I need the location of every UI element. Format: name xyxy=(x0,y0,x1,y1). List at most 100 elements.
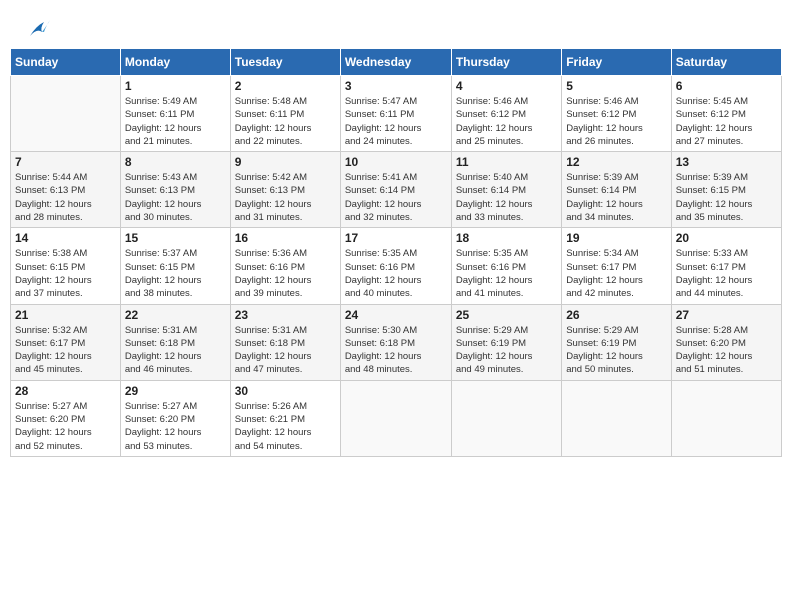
day-info: Sunrise: 5:31 AM Sunset: 6:18 PM Dayligh… xyxy=(125,324,226,377)
calendar-cell xyxy=(340,380,451,456)
day-info: Sunrise: 5:28 AM Sunset: 6:20 PM Dayligh… xyxy=(676,324,777,377)
day-number: 20 xyxy=(676,231,777,245)
weekday-header: Monday xyxy=(120,49,230,76)
day-number: 29 xyxy=(125,384,226,398)
day-info: Sunrise: 5:43 AM Sunset: 6:13 PM Dayligh… xyxy=(125,171,226,224)
calendar-table: SundayMondayTuesdayWednesdayThursdayFrid… xyxy=(10,48,782,457)
calendar-cell: 21Sunrise: 5:32 AM Sunset: 6:17 PM Dayli… xyxy=(11,304,121,380)
day-number: 1 xyxy=(125,79,226,93)
calendar-cell: 14 Sunrise: 5:38 AM Sunset: 6:15 PM Dayli… xyxy=(11,228,121,304)
day-info: Sunrise: 5:41 AM Sunset: 6:14 PM Dayligh… xyxy=(345,171,447,224)
day-number: 15 xyxy=(125,231,226,245)
day-info: Sunrise: 5:44 AM Sunset: 6:13 PM Dayligh… xyxy=(15,171,116,224)
day-number: 25 xyxy=(456,308,557,322)
page-header xyxy=(10,10,782,44)
calendar-header-row: SundayMondayTuesdayWednesdayThursdayFrid… xyxy=(11,49,782,76)
day-info: Sunrise: 5:26 AM Sunset: 6:21 PM Dayligh… xyxy=(235,400,336,453)
day-number: 22 xyxy=(125,308,226,322)
day-info: Sunrise: 5:27 AM Sunset: 6:20 PM Dayligh… xyxy=(15,400,116,453)
day-info: Sunrise: 5:33 AM Sunset: 6:17 PM Dayligh… xyxy=(676,247,777,300)
day-info: Sunrise: 5:30 AM Sunset: 6:18 PM Dayligh… xyxy=(345,324,447,377)
day-number: 19 xyxy=(566,231,666,245)
day-number: 4 xyxy=(456,79,557,93)
day-number: 24 xyxy=(345,308,447,322)
weekday-header: Sunday xyxy=(11,49,121,76)
weekday-header: Saturday xyxy=(671,49,781,76)
day-info: Sunrise: 5:29 AM Sunset: 6:19 PM Dayligh… xyxy=(456,324,557,377)
calendar-cell: 24 Sunrise: 5:30 AM Sunset: 6:18 PM Dayli… xyxy=(340,304,451,380)
calendar-cell: 1 Sunrise: 5:49 AM Sunset: 6:11 PM Daylig… xyxy=(120,76,230,152)
day-info: Sunrise: 5:39 AM Sunset: 6:14 PM Dayligh… xyxy=(566,171,666,224)
weekday-header: Wednesday xyxy=(340,49,451,76)
calendar-week-row: 1 Sunrise: 5:49 AM Sunset: 6:11 PM Daylig… xyxy=(11,76,782,152)
calendar-cell: 9 Sunrise: 5:42 AM Sunset: 6:13 PM Daylig… xyxy=(230,152,340,228)
day-number: 3 xyxy=(345,79,447,93)
day-info: Sunrise: 5:34 AM Sunset: 6:17 PM Dayligh… xyxy=(566,247,666,300)
day-info: Sunrise: 5:32 AM Sunset: 6:17 PM Dayligh… xyxy=(15,324,116,377)
calendar-cell xyxy=(562,380,671,456)
day-info: Sunrise: 5:46 AM Sunset: 6:12 PM Dayligh… xyxy=(566,95,666,148)
calendar-cell: 28 Sunrise: 5:27 AM Sunset: 6:20 PM Dayli… xyxy=(11,380,121,456)
calendar-cell: 17 Sunrise: 5:35 AM Sunset: 6:16 PM Dayli… xyxy=(340,228,451,304)
day-info: Sunrise: 5:36 AM Sunset: 6:16 PM Dayligh… xyxy=(235,247,336,300)
day-info: Sunrise: 5:48 AM Sunset: 6:11 PM Dayligh… xyxy=(235,95,336,148)
calendar-cell: 8 Sunrise: 5:43 AM Sunset: 6:13 PM Daylig… xyxy=(120,152,230,228)
day-number: 28 xyxy=(15,384,116,398)
day-info: Sunrise: 5:45 AM Sunset: 6:12 PM Dayligh… xyxy=(676,95,777,148)
day-number: 6 xyxy=(676,79,777,93)
calendar-cell: 5 Sunrise: 5:46 AM Sunset: 6:12 PM Daylig… xyxy=(562,76,671,152)
calendar-cell: 3Sunrise: 5:47 AM Sunset: 6:11 PM Daylig… xyxy=(340,76,451,152)
calendar-cell: 29 Sunrise: 5:27 AM Sunset: 6:20 PM Dayli… xyxy=(120,380,230,456)
calendar-week-row: 28 Sunrise: 5:27 AM Sunset: 6:20 PM Dayli… xyxy=(11,380,782,456)
day-info: Sunrise: 5:46 AM Sunset: 6:12 PM Dayligh… xyxy=(456,95,557,148)
day-info: Sunrise: 5:42 AM Sunset: 6:13 PM Dayligh… xyxy=(235,171,336,224)
day-number: 10 xyxy=(345,155,447,169)
day-number: 18 xyxy=(456,231,557,245)
calendar-cell: 13Sunrise: 5:39 AM Sunset: 6:15 PM Dayli… xyxy=(671,152,781,228)
weekday-header: Thursday xyxy=(451,49,561,76)
day-number: 13 xyxy=(676,155,777,169)
day-number: 14 xyxy=(15,231,116,245)
day-info: Sunrise: 5:35 AM Sunset: 6:16 PM Dayligh… xyxy=(345,247,447,300)
calendar-cell: 19 Sunrise: 5:34 AM Sunset: 6:17 PM Dayli… xyxy=(562,228,671,304)
day-number: 16 xyxy=(235,231,336,245)
calendar-cell: 22 Sunrise: 5:31 AM Sunset: 6:18 PM Dayli… xyxy=(120,304,230,380)
day-info: Sunrise: 5:27 AM Sunset: 6:20 PM Dayligh… xyxy=(125,400,226,453)
calendar-cell: 16 Sunrise: 5:36 AM Sunset: 6:16 PM Dayli… xyxy=(230,228,340,304)
day-number: 30 xyxy=(235,384,336,398)
day-number: 23 xyxy=(235,308,336,322)
calendar-cell: 4 Sunrise: 5:46 AM Sunset: 6:12 PM Daylig… xyxy=(451,76,561,152)
day-number: 7 xyxy=(15,155,116,169)
day-number: 26 xyxy=(566,308,666,322)
calendar-week-row: 21Sunrise: 5:32 AM Sunset: 6:17 PM Dayli… xyxy=(11,304,782,380)
calendar-cell: 25 Sunrise: 5:29 AM Sunset: 6:19 PM Dayli… xyxy=(451,304,561,380)
day-number: 2 xyxy=(235,79,336,93)
calendar-cell: 12 Sunrise: 5:39 AM Sunset: 6:14 PM Dayli… xyxy=(562,152,671,228)
calendar-cell: 18Sunrise: 5:35 AM Sunset: 6:16 PM Dayli… xyxy=(451,228,561,304)
calendar-week-row: 14 Sunrise: 5:38 AM Sunset: 6:15 PM Dayli… xyxy=(11,228,782,304)
calendar-week-row: 7 Sunrise: 5:44 AM Sunset: 6:13 PM Daylig… xyxy=(11,152,782,228)
day-number: 27 xyxy=(676,308,777,322)
day-info: Sunrise: 5:38 AM Sunset: 6:15 PM Dayligh… xyxy=(15,247,116,300)
calendar-cell xyxy=(11,76,121,152)
logo-bird-icon xyxy=(22,18,52,44)
day-number: 5 xyxy=(566,79,666,93)
day-number: 12 xyxy=(566,155,666,169)
day-number: 9 xyxy=(235,155,336,169)
calendar-cell: 6 Sunrise: 5:45 AM Sunset: 6:12 PM Daylig… xyxy=(671,76,781,152)
weekday-header: Friday xyxy=(562,49,671,76)
day-number: 17 xyxy=(345,231,447,245)
calendar-cell: 23Sunrise: 5:31 AM Sunset: 6:18 PM Dayli… xyxy=(230,304,340,380)
calendar-cell xyxy=(451,380,561,456)
weekday-header: Tuesday xyxy=(230,49,340,76)
day-info: Sunrise: 5:49 AM Sunset: 6:11 PM Dayligh… xyxy=(125,95,226,148)
day-info: Sunrise: 5:40 AM Sunset: 6:14 PM Dayligh… xyxy=(456,171,557,224)
calendar-cell xyxy=(671,380,781,456)
day-number: 8 xyxy=(125,155,226,169)
day-info: Sunrise: 5:29 AM Sunset: 6:19 PM Dayligh… xyxy=(566,324,666,377)
day-info: Sunrise: 5:37 AM Sunset: 6:15 PM Dayligh… xyxy=(125,247,226,300)
calendar-cell: 20 Sunrise: 5:33 AM Sunset: 6:17 PM Dayli… xyxy=(671,228,781,304)
day-number: 11 xyxy=(456,155,557,169)
calendar-cell: 11 Sunrise: 5:40 AM Sunset: 6:14 PM Dayli… xyxy=(451,152,561,228)
calendar-cell: 15 Sunrise: 5:37 AM Sunset: 6:15 PM Dayli… xyxy=(120,228,230,304)
